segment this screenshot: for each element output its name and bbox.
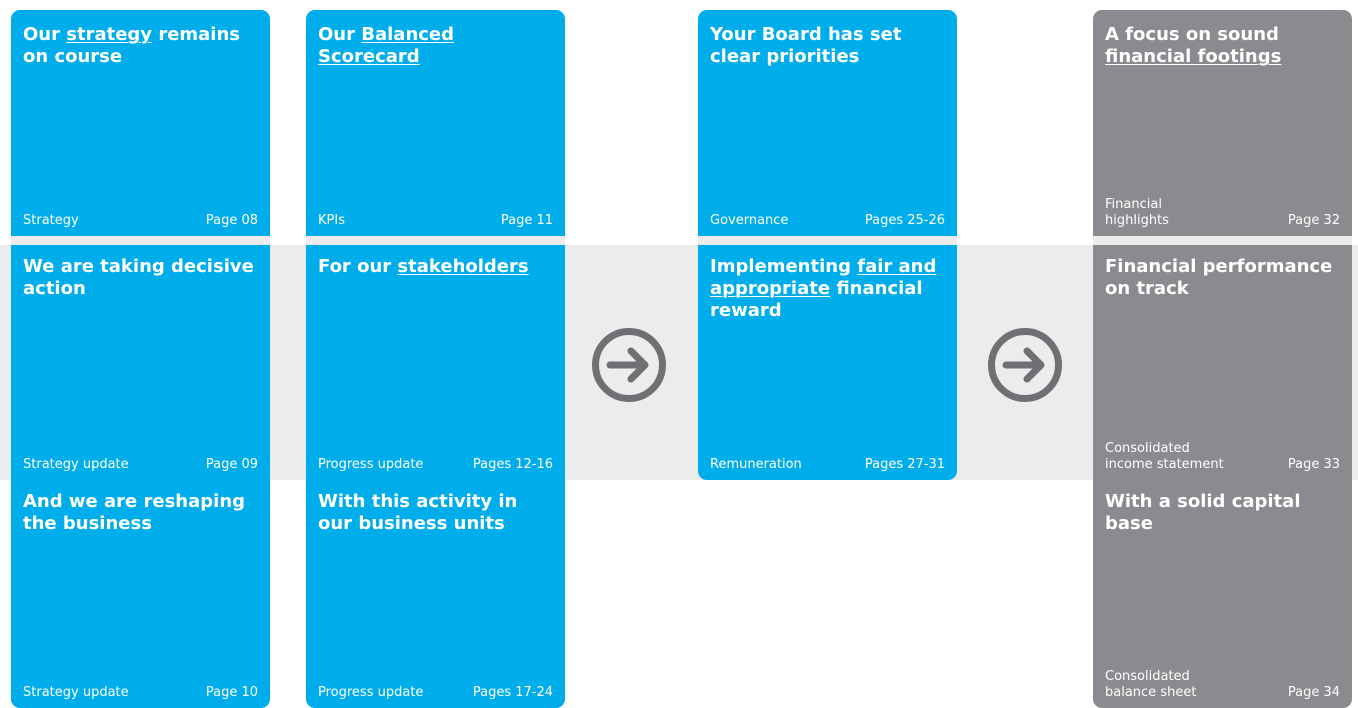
card-footer: Remuneration Pages 27-31 [710, 457, 945, 473]
section-label: Governance [710, 213, 789, 228]
remuneration-card[interactable]: Implementing fair and appropriate financ… [698, 245, 957, 480]
page-reference: Page 10 [205, 685, 258, 700]
page-reference: Pages 17-24 [472, 685, 553, 700]
financial-footings-card[interactable]: A focus on sound financial footings Fina… [1093, 10, 1352, 236]
card-divider [698, 236, 957, 245]
card-divider [1093, 236, 1352, 245]
finance-column: A focus on sound financial footings Fina… [1093, 10, 1352, 708]
scorecard-column: Our Balanced Scorecard KPIs Page 11 For … [306, 10, 565, 708]
page-reference: Page 32 [1287, 213, 1340, 228]
capital-base-card[interactable]: With a solid capital base Consolidated b… [1093, 480, 1352, 708]
decisive-action-card[interactable]: We are taking decisive action Strategy u… [11, 245, 270, 480]
card-footer: Strategy Page 08 [23, 213, 258, 229]
card-title: We are taking decisive action [23, 256, 254, 299]
card-title: Your Board has set clear priorities [710, 24, 902, 67]
section-label: Remuneration [710, 457, 802, 472]
card-title: Our strategy remains on course [23, 24, 240, 67]
strategy-card[interactable]: Our strategy remains on course Strategy … [11, 10, 270, 236]
section-label: KPIs [318, 213, 345, 228]
arrow-right-circle-icon [986, 326, 1064, 404]
card-footer: Consolidated balance sheet Page 34 [1105, 669, 1340, 701]
arrow-right-circle-icon [590, 326, 668, 404]
board-priorities-card[interactable]: Your Board has set clear priorities Gove… [698, 10, 957, 236]
card-title: Financial performance on track [1105, 256, 1333, 299]
stakeholders-card[interactable]: For our stakeholders Progress update Pag… [306, 245, 565, 480]
page-reference: Page 08 [205, 213, 258, 228]
section-label: Consolidated income statement [1105, 441, 1224, 472]
section-label: Progress update [318, 685, 424, 700]
card-footer: Progress update Pages 12-16 [318, 457, 553, 473]
section-label: Strategy update [23, 457, 129, 472]
financial-performance-card[interactable]: Financial performance on track Consolida… [1093, 245, 1352, 480]
strategy-link[interactable]: strategy [66, 24, 152, 45]
page-reference: Page 11 [500, 213, 553, 228]
reshaping-card[interactable]: And we are reshaping the business Strate… [11, 480, 270, 708]
page-reference: Page 33 [1287, 457, 1340, 472]
card-title: For our stakeholders [318, 256, 529, 277]
card-divider [306, 236, 565, 245]
card-footer: KPIs Page 11 [318, 213, 553, 229]
page-reference: Pages 25-26 [864, 213, 945, 228]
page-reference: Pages 12-16 [472, 457, 553, 472]
card-title: Our Balanced Scorecard [318, 24, 455, 67]
card-footer: Consolidated income statement Page 33 [1105, 441, 1340, 473]
balanced-scorecard-card[interactable]: Our Balanced Scorecard KPIs Page 11 [306, 10, 565, 236]
section-label: Strategy update [23, 685, 129, 700]
stakeholders-link[interactable]: stakeholders [397, 256, 528, 277]
card-title: A focus on sound financial footings [1105, 24, 1282, 67]
card-footer: Strategy update Page 09 [23, 457, 258, 473]
card-title: And we are reshaping the business [23, 491, 246, 534]
card-title: With this activity in our business units [318, 491, 518, 534]
card-divider [11, 236, 270, 245]
card-footer: Strategy update Page 10 [23, 685, 258, 701]
section-label: Consolidated balance sheet [1105, 669, 1197, 700]
financial-footings-link[interactable]: financial footings [1105, 46, 1281, 67]
strategy-column: Our strategy remains on course Strategy … [11, 10, 270, 708]
page-reference: Page 34 [1287, 685, 1340, 700]
section-label: Strategy [23, 213, 79, 228]
card-footer: Financial highlights Page 32 [1105, 197, 1340, 229]
card-footer: Progress update Pages 17-24 [318, 685, 553, 701]
section-label: Progress update [318, 457, 424, 472]
page-reference: Pages 27-31 [864, 457, 945, 472]
business-units-card[interactable]: With this activity in our business units… [306, 480, 565, 708]
section-label: Financial highlights [1105, 197, 1169, 228]
board-column: Your Board has set clear priorities Gove… [698, 10, 957, 480]
card-title: Implementing fair and appropriate financ… [710, 256, 937, 321]
card-footer: Governance Pages 25-26 [710, 213, 945, 229]
page-reference: Page 09 [205, 457, 258, 472]
card-title: With a solid capital base [1105, 491, 1301, 534]
